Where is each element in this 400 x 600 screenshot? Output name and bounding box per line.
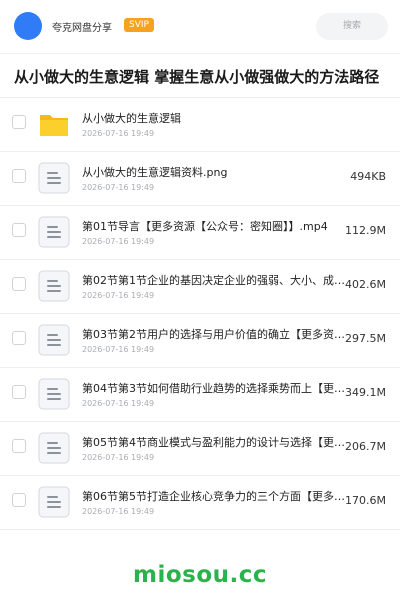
file-name[interactable]: 第01节导言【更多资源【公众号：密知圈】】.mp4	[82, 218, 352, 234]
folder-title-bar: 从小做大的生意逻辑 掌握生意从小做强做大的方法路径	[0, 54, 400, 98]
file-icon	[38, 486, 70, 518]
file-name[interactable]: 从小做大的生意逻辑	[82, 110, 352, 126]
file-name[interactable]: 第03节第2节用户的选择与用户价值的确立【更多资源…	[82, 326, 352, 342]
select-checkbox[interactable]	[12, 493, 26, 507]
file-date: 2026-07-16 19:49	[82, 453, 155, 462]
file-size: 206.7M	[345, 440, 386, 453]
avatar[interactable]	[14, 12, 42, 40]
file-date: 2026-07-16 19:49	[82, 507, 155, 516]
file-name[interactable]: 第05节第4节商业模式与盈利能力的设计与选择【更多…	[82, 434, 352, 450]
file-date: 2026-07-16 19:49	[82, 291, 155, 300]
file-size: 170.6M	[345, 494, 386, 507]
file-icon	[38, 432, 70, 464]
site-brand[interactable]: miosou.cc	[0, 562, 400, 588]
file-icon	[38, 378, 70, 410]
search-input[interactable]: 搜索	[316, 13, 388, 40]
file-icon	[38, 216, 70, 248]
file-row[interactable]: 第02节第1节企业的基因决定企业的强弱、大小、成败… 2026-07-16 19:…	[0, 260, 400, 314]
file-date: 2026-07-16 19:49	[82, 345, 155, 354]
select-checkbox[interactable]	[12, 223, 26, 237]
file-icon	[38, 270, 70, 302]
file-date: 2026-07-16 19:49	[82, 183, 155, 192]
select-checkbox[interactable]	[12, 277, 26, 291]
file-name[interactable]: 从小做大的生意逻辑资料.png	[82, 164, 352, 180]
file-icon	[38, 162, 70, 194]
file-row[interactable]: 第06节第5节打造企业核心竞争力的三个方面【更多资… 2026-07-16 19:…	[0, 476, 400, 530]
file-size: 349.1M	[345, 386, 386, 399]
file-row[interactable]: 第04节第3节如何借助行业趋势的选择乘势而上【更多… 2026-07-16 19:…	[0, 368, 400, 422]
select-checkbox[interactable]	[12, 169, 26, 183]
file-name[interactable]: 第02节第1节企业的基因决定企业的强弱、大小、成败…	[82, 272, 352, 288]
file-row[interactable]: 从小做大的生意逻辑 2026-07-16 19:49	[0, 98, 400, 152]
file-name[interactable]: 第04节第3节如何借助行业趋势的选择乘势而上【更多…	[82, 380, 352, 396]
file-row[interactable]: 从小做大的生意逻辑资料.png 2026-07-16 19:49 494KB	[0, 152, 400, 206]
file-date: 2026-07-16 19:49	[82, 237, 155, 246]
file-row[interactable]: 第05节第4节商业模式与盈利能力的设计与选择【更多… 2026-07-16 19:…	[0, 422, 400, 476]
page-title: 从小做大的生意逻辑 掌握生意从小做强做大的方法路径	[14, 68, 380, 86]
file-date: 2026-07-16 19:49	[82, 129, 155, 138]
file-row[interactable]: 第03节第2节用户的选择与用户价值的确立【更多资源… 2026-07-16 19:…	[0, 314, 400, 368]
file-icon	[38, 324, 70, 356]
file-size: 112.9M	[345, 224, 386, 237]
app-header: 夸克网盘分享 SVIP 搜索	[0, 0, 400, 54]
file-name[interactable]: 第06节第5节打造企业核心竞争力的三个方面【更多资…	[82, 488, 352, 504]
file-size: 297.5M	[345, 332, 386, 345]
select-checkbox[interactable]	[12, 385, 26, 399]
footer: miosou.cc	[0, 550, 400, 600]
file-size: 494KB	[350, 170, 386, 183]
file-date: 2026-07-16 19:49	[82, 399, 155, 408]
folder-icon	[38, 108, 70, 140]
select-checkbox[interactable]	[12, 439, 26, 453]
select-checkbox[interactable]	[12, 115, 26, 129]
file-row[interactable]: 第01节导言【更多资源【公众号：密知圈】】.mp4 2026-07-16 19:4…	[0, 206, 400, 260]
svip-badge: SVIP	[124, 18, 154, 32]
select-checkbox[interactable]	[12, 331, 26, 345]
sharer-name[interactable]: 夸克网盘分享	[52, 19, 112, 34]
file-size: 402.6M	[345, 278, 386, 291]
